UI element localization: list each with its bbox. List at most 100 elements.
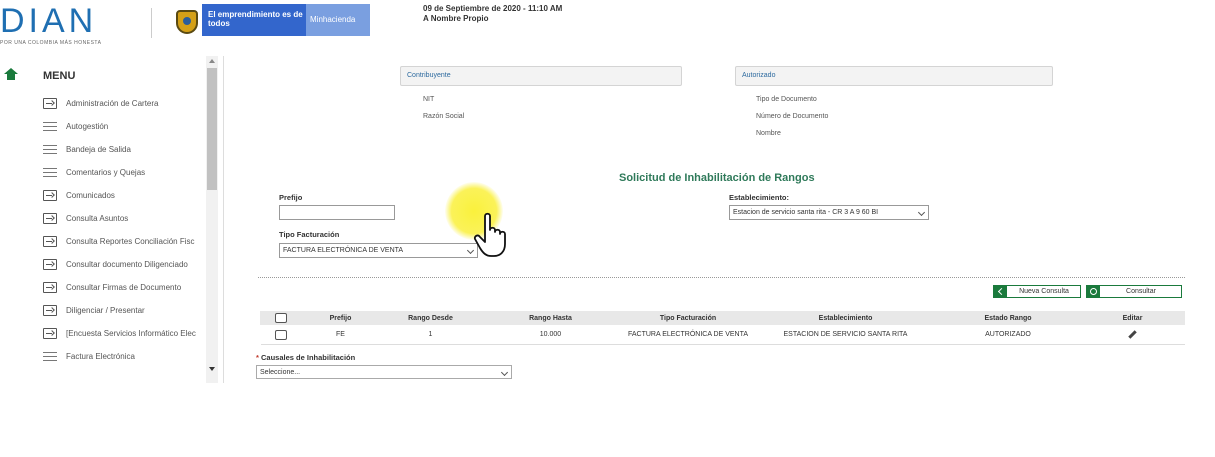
- logo-text: DIAN: [0, 2, 98, 40]
- tipo-facturacion-select[interactable]: FACTURA ELECTRÓNICA DE VENTA: [279, 243, 478, 258]
- prefijo-label: Prefijo: [279, 193, 303, 202]
- list-lines-icon: [43, 168, 57, 177]
- tipo-facturacion-label: Tipo Facturación: [279, 230, 340, 239]
- menu-item-factura-electronica[interactable]: Factura Electrónica: [43, 345, 205, 368]
- coat-of-arms-icon: [176, 10, 198, 34]
- causales-label-text: Causales de Inhabilitación: [261, 353, 356, 362]
- prefijo-cell: FE: [300, 324, 381, 345]
- session-subtitle: A Nombre Propio: [423, 14, 489, 23]
- establecimiento-cell: ESTACION DE SERVICIO SANTA RITA: [755, 324, 936, 345]
- menu-item-encuesta[interactable]: [Encuesta Servicios Informático Elec: [43, 322, 205, 345]
- establecimiento-value: Estacion de servicio santa rita - CR 3 A…: [733, 209, 879, 216]
- search-icon: [1087, 286, 1100, 297]
- consultar-label: Consultar: [1126, 288, 1156, 295]
- estado-rango-cell: AUTORIZADO: [935, 324, 1081, 345]
- select-all-checkbox[interactable]: [274, 313, 287, 323]
- scroll-up-icon[interactable]: [209, 59, 215, 63]
- menu-item-label: Factura Electrónica: [66, 352, 135, 361]
- menu-item-consultar-firmas[interactable]: Consultar Firmas de Documento: [43, 276, 205, 299]
- scroll-down-icon[interactable]: [209, 367, 215, 371]
- menu-item-diligenciar[interactable]: Diligenciar / Presentar: [43, 299, 205, 322]
- menu-scrollbar[interactable]: [206, 56, 218, 383]
- menu-item-comunicados[interactable]: Comunicados: [43, 184, 205, 207]
- main-content: Contribuyente NIT Razón Social Autorizad…: [230, 56, 1215, 383]
- prefijo-input[interactable]: [279, 205, 395, 220]
- ranges-table: Prefijo Rango Desde Rango Hasta Tipo Fac…: [260, 311, 1185, 345]
- menu-item-label: Consulta Reportes Conciliación Fisc: [66, 237, 195, 246]
- menu-item-bandeja-salida[interactable]: Bandeja de Salida: [43, 138, 205, 161]
- menu-item-consultar-documento[interactable]: Consultar documento Diligenciado: [43, 253, 205, 276]
- select-all-header[interactable]: [260, 311, 301, 325]
- menu-list: Administración de Cartera Autogestión Ba…: [43, 92, 205, 368]
- table-row: FE 1 10.000 FACTURA ELECTRÓNICA DE VENTA…: [260, 324, 1185, 345]
- home-icon[interactable]: [4, 68, 18, 80]
- header: DIAN POR UNA COLOMBIA MÁS HONESTA El emp…: [0, 0, 1215, 52]
- column-header: Editar: [1080, 311, 1185, 325]
- menu-item-autogestion[interactable]: Autogestión: [43, 115, 205, 138]
- arrow-box-icon: [43, 305, 57, 316]
- rango-desde-cell: 1: [380, 324, 481, 345]
- app-frame: DIAN POR UNA COLOMBIA MÁS HONESTA El emp…: [0, 0, 1215, 383]
- tipo-facturacion-cell: FACTURA ELECTRÓNICA DE VENTA: [620, 324, 756, 345]
- nombre-label: Nombre: [756, 130, 781, 137]
- form-title: Solicitud de Inhabilitación de Rangos: [619, 172, 815, 184]
- section-divider: [258, 277, 1185, 278]
- column-header: Rango Desde: [380, 311, 481, 325]
- list-lines-icon: [43, 352, 57, 361]
- nueva-consulta-button[interactable]: Nueva Consulta: [993, 285, 1081, 298]
- list-lines-icon: [43, 145, 57, 154]
- menu-item-consulta-reportes[interactable]: Consulta Reportes Conciliación Fisc: [43, 230, 205, 253]
- rango-hasta-cell: 10.000: [480, 324, 621, 345]
- establecimiento-label: Establecimiento:: [729, 193, 790, 202]
- menu-title: MENU: [43, 70, 76, 82]
- arrow-box-icon: [43, 190, 57, 201]
- header-divider: [151, 8, 152, 38]
- arrow-box-icon: [43, 98, 57, 109]
- menu-item-comentarios-quejas[interactable]: Comentarios y Quejas: [43, 161, 205, 184]
- nit-label: NIT: [423, 96, 435, 103]
- causales-select[interactable]: Seleccione...: [256, 365, 512, 379]
- menu-item-label: Bandeja de Salida: [66, 145, 131, 154]
- required-mark: *: [256, 353, 259, 362]
- column-header: Tipo Facturación: [620, 311, 756, 325]
- pencil-icon[interactable]: [1128, 329, 1137, 339]
- banner-ministry: Minhacienda: [306, 4, 370, 36]
- back-icon: [994, 286, 1007, 297]
- scroll-thumb[interactable]: [207, 68, 217, 190]
- nueva-consulta-label: Nueva Consulta: [1019, 288, 1069, 295]
- dian-logo[interactable]: DIAN POR UNA COLOMBIA MÁS HONESTA: [0, 2, 130, 46]
- menu-item-label: Consulta Asuntos: [66, 214, 129, 223]
- causales-label: * Causales de Inhabilitación: [256, 353, 355, 362]
- establecimiento-select[interactable]: Estacion de servicio santa rita - CR 3 A…: [729, 205, 929, 220]
- editar-cell[interactable]: [1080, 324, 1185, 345]
- menu-item-label: Administración de Cartera: [66, 99, 159, 108]
- contribuyente-panel-heading: Contribuyente: [400, 66, 682, 86]
- chevron-down-icon: [500, 368, 509, 377]
- menu-item-label: Comunicados: [66, 191, 115, 200]
- row-checkbox[interactable]: [274, 329, 287, 340]
- list-lines-icon: [43, 122, 57, 131]
- arrow-box-icon: [43, 213, 57, 224]
- arrow-box-icon: [43, 328, 57, 339]
- menu-item-consulta-asuntos[interactable]: Consulta Asuntos: [43, 207, 205, 230]
- session-info: 09 de Septiembre de 2020 - 11:10 AM A No…: [423, 4, 562, 24]
- menu-item-label: Autogestión: [66, 122, 109, 131]
- chevron-down-icon: [917, 208, 926, 217]
- table-header-row: Prefijo Rango Desde Rango Hasta Tipo Fac…: [260, 311, 1185, 325]
- logo-tagline: POR UNA COLOMBIA MÁS HONESTA: [0, 40, 102, 46]
- column-header: Establecimiento: [755, 311, 936, 325]
- banner-slogan: El emprendimiento es de todos: [208, 10, 303, 28]
- sidebar-menu: MENU Administración de Cartera Autogesti…: [0, 56, 224, 383]
- arrow-box-icon: [43, 236, 57, 247]
- tipo-facturacion-value: FACTURA ELECTRÓNICA DE VENTA: [283, 247, 404, 254]
- row-select-cell[interactable]: [260, 324, 301, 345]
- consultar-button[interactable]: Consultar: [1086, 285, 1182, 298]
- menu-item-label: Consultar documento Diligenciado: [66, 260, 188, 269]
- menu-item-label: [Encuesta Servicios Informático Elec: [66, 329, 196, 338]
- menu-item-label: Comentarios y Quejas: [66, 168, 146, 177]
- razon-social-label: Razón Social: [423, 113, 465, 120]
- column-header: Estado Rango: [935, 311, 1081, 325]
- menu-item-administracion-cartera[interactable]: Administración de Cartera: [43, 92, 205, 115]
- tipo-documento-label: Tipo de Documento: [756, 96, 817, 103]
- column-header: Rango Hasta: [480, 311, 621, 325]
